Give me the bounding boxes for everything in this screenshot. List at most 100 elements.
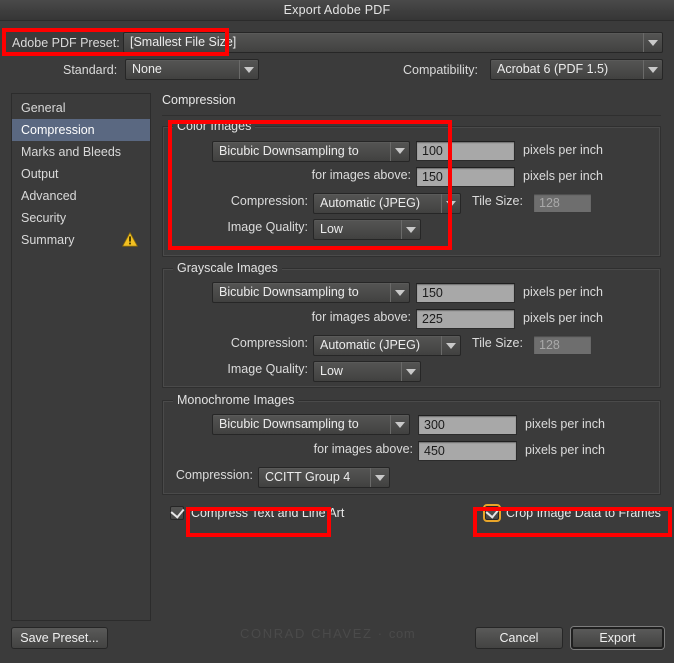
grayscale-compression-dropdown[interactable]: Automatic (JPEG) [313,335,461,356]
sidebar-item-general[interactable]: General [12,97,150,119]
monochrome-compression-dropdown[interactable]: CCITT Group 4 [258,467,390,488]
monochrome-compression-value: CCITT Group 4 [259,468,370,487]
chevron-down-icon[interactable] [390,283,409,302]
color-compression-value: Automatic (JPEG) [314,194,441,213]
standard-dropdown[interactable]: None [125,59,259,80]
color-tile-size-label: Tile Size: [463,194,523,208]
chevron-down-icon[interactable] [401,220,420,239]
chevron-down-icon[interactable] [441,194,460,213]
color-compression-dropdown[interactable]: Automatic (JPEG) [313,193,461,214]
grayscale-image-quality-value: Low [314,362,401,381]
sidebar-item-label: General [21,101,65,115]
sidebar-item-summary[interactable]: Summary [12,229,150,251]
sidebar-item-compression[interactable]: Compression [12,119,150,141]
chevron-down-icon[interactable] [643,33,662,52]
chevron-down-icon[interactable] [390,415,409,434]
grayscale-tile-size-label: Tile Size: [463,336,523,350]
crop-image-data-label: Crop Image Data to Frames [506,506,661,520]
chevron-down-icon[interactable] [239,60,258,79]
compatibility-label: Compatibility: [403,58,478,82]
crop-image-data-checkbox-row[interactable]: Crop Image Data to Frames [485,506,661,520]
monochrome-images-group: Monochrome Images Bicubic Downsampling t… [162,400,661,495]
settings-sidebar: General Compression Marks and Bleeds Out… [11,93,151,621]
standard-label: Standard: [63,58,117,82]
color-downsample-row: Bicubic Downsampling to [212,140,410,162]
sidebar-item-marks-and-bleeds[interactable]: Marks and Bleeds [12,141,150,163]
cancel-button[interactable]: Cancel [475,627,563,649]
monochrome-compression-label: Compression: [153,468,253,482]
monochrome-images-group-title: Monochrome Images [173,393,298,407]
color-threshold-ppi-input[interactable]: 150 [416,167,515,187]
monochrome-downsample-method-value: Bicubic Downsampling to [213,415,390,434]
sidebar-item-security[interactable]: Security [12,207,150,229]
panel-title: Compression [160,93,663,107]
compress-text-checkbox[interactable] [170,506,184,520]
grayscale-threshold-label: for images above: [283,310,411,324]
color-image-quality-value: Low [314,220,401,239]
chevron-down-icon[interactable] [370,468,389,487]
monochrome-downsample-method-dropdown[interactable]: Bicubic Downsampling to [212,414,410,435]
color-images-group-title: Color Images [173,119,255,133]
watermark-tld: com [389,626,415,641]
grayscale-threshold-units: pixels per inch [523,311,603,325]
window-title: Export Adobe PDF [284,3,391,17]
color-compression-label: Compression: [208,194,308,208]
grayscale-image-quality-label: Image Quality: [208,362,308,376]
color-downsample-ppi-input[interactable]: 100 [416,141,515,161]
monochrome-threshold-label: for images above: [285,442,413,456]
standard-compatibility-row: Standard: None Compatibility: Acrobat 6 … [0,57,674,83]
compatibility-value: Acrobat 6 (PDF 1.5) [491,60,643,79]
sidebar-item-advanced[interactable]: Advanced [12,185,150,207]
sidebar-item-label: Security [21,211,66,225]
export-button[interactable]: Export [571,627,664,649]
color-downsample-units: pixels per inch [523,143,603,157]
compression-panel: Compression Color Images Bicubic Downsam… [160,93,663,621]
sidebar-item-label: Summary [21,233,74,247]
compress-text-label: Compress Text and Line Art [191,506,344,520]
save-preset-button[interactable]: Save Preset... [11,627,108,649]
color-threshold-label: for images above: [283,168,411,182]
grayscale-downsample-ppi-input[interactable]: 150 [416,283,515,303]
sidebar-item-label: Compression [21,123,95,137]
color-image-quality-label: Image Quality: [208,220,308,234]
sidebar-item-output[interactable]: Output [12,163,150,185]
color-downsample-method-value: Bicubic Downsampling to [213,142,390,161]
adobe-pdf-preset-dropdown[interactable]: [Smallest File Size] [123,32,663,53]
compress-text-checkbox-row[interactable]: Compress Text and Line Art [170,506,344,520]
preset-label: Adobe PDF Preset: [12,31,120,55]
panel-divider [162,115,661,116]
grayscale-downsample-method-dropdown[interactable]: Bicubic Downsampling to [212,282,410,303]
export-adobe-pdf-dialog: Export Adobe PDF Adobe PDF Preset: [Smal… [0,0,674,663]
grayscale-tile-size-input: 128 [533,335,592,355]
grayscale-compression-value: Automatic (JPEG) [314,336,441,355]
watermark-name: CONRAD CHAVEZ [240,626,373,641]
monochrome-downsample-ppi-input[interactable]: 300 [418,415,517,435]
compatibility-dropdown[interactable]: Acrobat 6 (PDF 1.5) [490,59,663,80]
color-images-group: Color Images Bicubic Downsampling to 100… [162,126,661,257]
chevron-down-icon[interactable] [643,60,662,79]
sidebar-item-label: Output [21,167,59,181]
sidebar-item-label: Advanced [21,189,77,203]
title-bar: Export Adobe PDF [0,0,674,21]
chevron-down-icon[interactable] [390,142,409,161]
adobe-pdf-preset-value: [Smallest File Size] [124,33,643,52]
monochrome-threshold-ppi-input[interactable]: 450 [418,441,517,461]
color-tile-size-input: 128 [533,193,592,213]
chevron-down-icon[interactable] [441,336,460,355]
monochrome-downsample-units: pixels per inch [525,417,605,431]
grayscale-images-group-title: Grayscale Images [173,261,282,275]
grayscale-image-quality-dropdown[interactable]: Low [313,361,421,382]
chevron-down-icon[interactable] [401,362,420,381]
sidebar-item-label: Marks and Bleeds [21,145,121,159]
color-image-quality-dropdown[interactable]: Low [313,219,421,240]
grayscale-downsample-method-value: Bicubic Downsampling to [213,283,390,302]
grayscale-downsample-units: pixels per inch [523,285,603,299]
crop-image-data-checkbox[interactable] [485,506,499,520]
watermark-separator: · [378,626,384,641]
color-downsample-method-dropdown[interactable]: Bicubic Downsampling to [212,141,410,162]
warning-triangle-icon [122,232,138,247]
monochrome-threshold-units: pixels per inch [525,443,605,457]
standard-value: None [126,60,239,79]
grayscale-threshold-ppi-input[interactable]: 225 [416,309,515,329]
grayscale-images-group: Grayscale Images Bicubic Downsampling to… [162,268,661,388]
